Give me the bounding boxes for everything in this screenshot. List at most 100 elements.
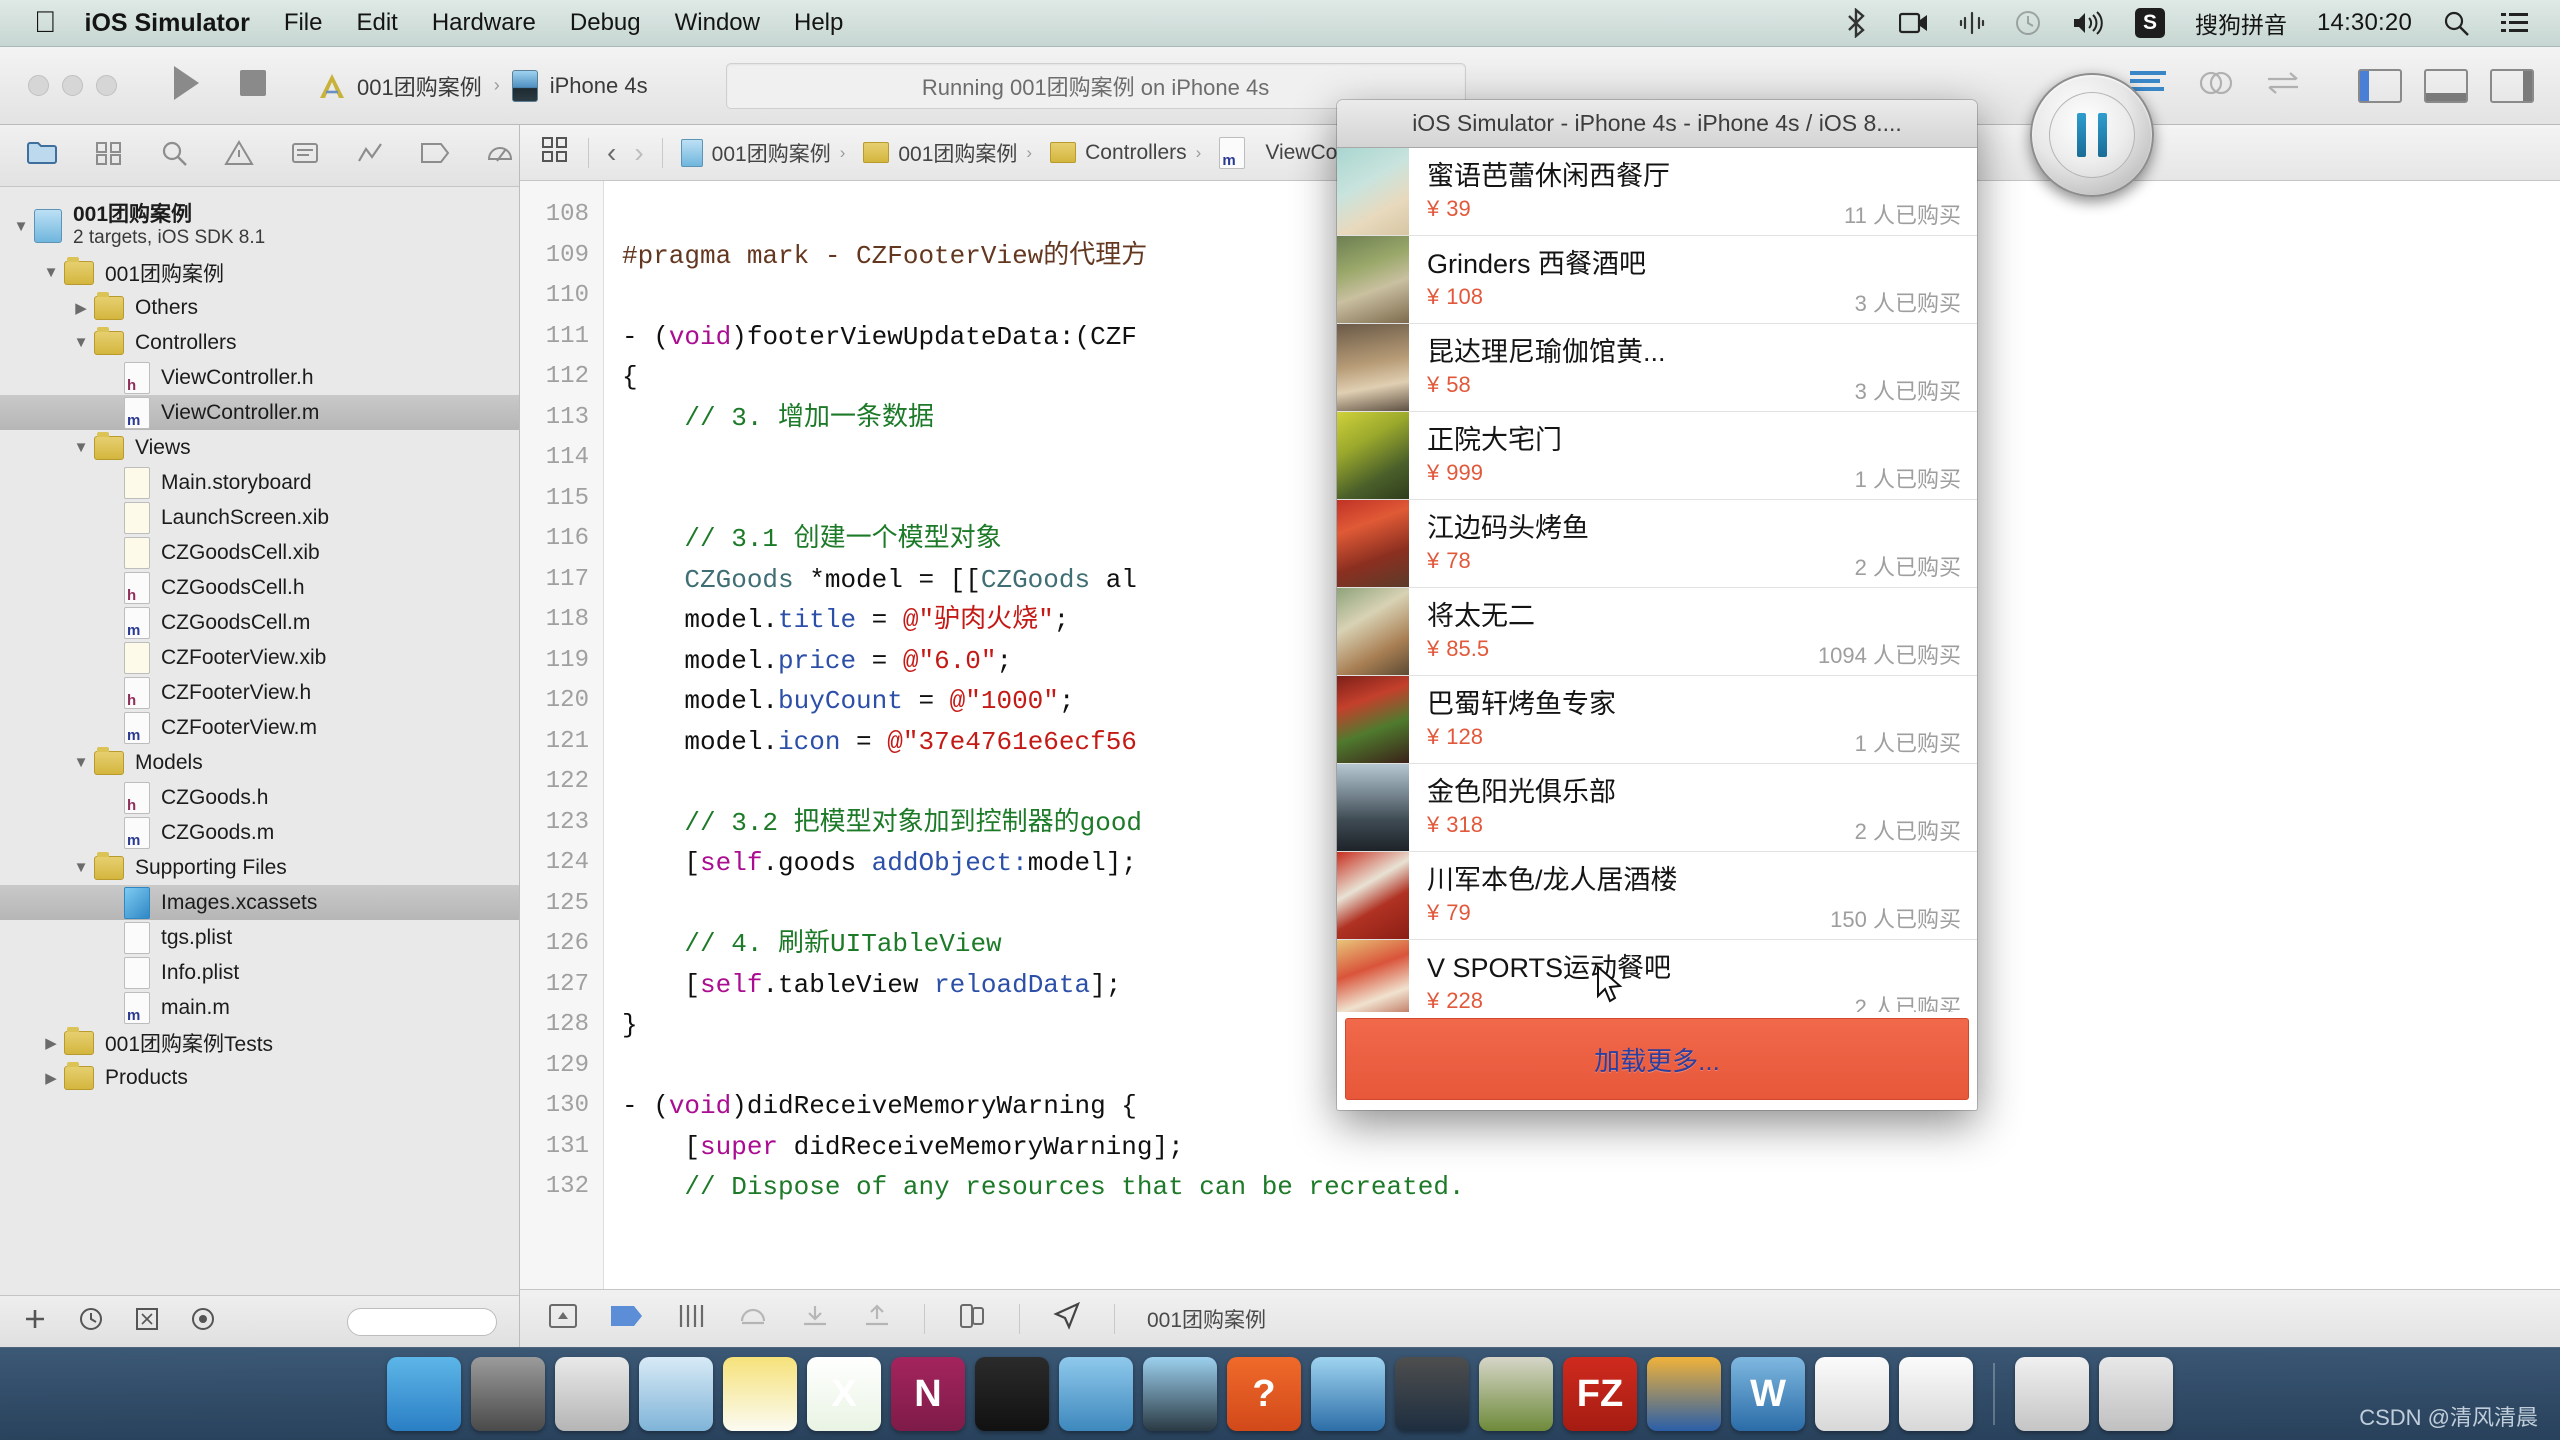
stop-button[interactable] <box>237 67 269 104</box>
tree-item-001-[interactable]: ▼ 001团购案例 2 targets, iOS SDK 8.1 <box>0 197 519 255</box>
disclosure-triangle-icon[interactable]: ▼ <box>68 859 94 876</box>
minimize-window-button[interactable] <box>62 75 83 96</box>
toggle-navigator-button[interactable] <box>2358 68 2402 103</box>
tree-item-001-[interactable]: ▼ 001团购案例 <box>0 255 519 290</box>
breadcrumb-controllers[interactable]: Controllers › <box>1050 141 1201 165</box>
goods-cell[interactable]: Grinders 西餐酒吧 ¥108 3 人已购买 <box>1337 236 1977 324</box>
xcode-icon[interactable] <box>1059 1357 1133 1431</box>
unsaved-filter-button[interactable] <box>190 1306 216 1337</box>
trash-icon[interactable] <box>2099 1357 2173 1431</box>
dropbox-icon[interactable] <box>1959 10 1985 36</box>
load-more-button[interactable]: 加载更多... <box>1345 1018 1969 1100</box>
filezilla-icon[interactable]: FZ <box>1563 1357 1637 1431</box>
tree-item-viewcontroller-m[interactable]: m ViewController.m <box>0 395 519 430</box>
toggle-utilities-button[interactable] <box>2490 68 2534 103</box>
tree-item-czfooterview-m[interactable]: m CZFooterView.m <box>0 710 519 745</box>
version-editor-button[interactable] <box>2264 68 2302 103</box>
step-out-button[interactable] <box>862 1303 892 1335</box>
tree-item-czgoods-m[interactable]: m CZGoods.m <box>0 815 519 850</box>
goods-cell[interactable]: 昆达理尼瑜伽馆黄... ¥58 3 人已购买 <box>1337 324 1977 412</box>
symbol-navigator-tab[interactable] <box>94 139 124 172</box>
disclosure-triangle-icon[interactable]: ▼ <box>8 218 34 235</box>
tree-item-launchscreen-xib[interactable]: LaunchScreen.xib <box>0 500 519 535</box>
menu-item-hardware[interactable]: Hardware <box>432 9 536 37</box>
finder-icon[interactable] <box>387 1357 461 1431</box>
bluetooth-icon[interactable] <box>1843 8 1869 38</box>
project-navigator-tree[interactable]: ▼ 001团购案例 2 targets, iOS SDK 8.1 ▼ 001团购案例 ▶ O… <box>0 187 519 1295</box>
system-preferences-icon[interactable] <box>471 1357 545 1431</box>
search-icon[interactable] <box>2442 9 2470 37</box>
tree-item-models[interactable]: ▼ Models <box>0 745 519 780</box>
menu-item-file[interactable]: File <box>284 9 323 37</box>
scheme-selector[interactable]: 001团购案例 › iPhone 4s <box>317 69 648 102</box>
tree-item-main-storyboard[interactable]: Main.storyboard <box>0 465 519 500</box>
time-machine-icon[interactable] <box>2015 9 2041 37</box>
tree-item-czfooterview-xib[interactable]: CZFooterView.xib <box>0 640 519 675</box>
code-line[interactable]: [super didReceiveMemoryWarning]; <box>622 1127 2560 1168</box>
view-hierarchy-button[interactable] <box>957 1302 987 1336</box>
word-icon[interactable]: W <box>1731 1357 1805 1431</box>
tree-item-images-xcassets[interactable]: Images.xcassets <box>0 885 519 920</box>
launchpad-icon[interactable] <box>555 1357 629 1431</box>
assistant-editor-button[interactable] <box>2198 68 2234 103</box>
photoshop-icon[interactable] <box>1647 1357 1721 1431</box>
run-button[interactable] <box>169 64 203 107</box>
breakpoint-navigator-tab[interactable] <box>420 140 450 171</box>
goods-cell[interactable]: 巴蜀轩烤鱼专家 ¥128 1 人已购买 <box>1337 676 1977 764</box>
disclosure-triangle-icon[interactable]: ▶ <box>38 1069 64 1087</box>
terminal-icon[interactable] <box>975 1357 1049 1431</box>
tree-item-czfooterview-h[interactable]: h CZFooterView.h <box>0 675 519 710</box>
goods-cell[interactable]: 蜜语芭蕾休闲西餐厅 ¥39 11 人已购买 <box>1337 148 1977 236</box>
find-navigator-tab[interactable] <box>160 139 188 172</box>
tree-item-viewcontroller-h[interactable]: h ViewController.h <box>0 360 519 395</box>
goods-cell[interactable]: 江边码头烤鱼 ¥78 2 人已购买 <box>1337 500 1977 588</box>
disclosure-triangle-icon[interactable]: ▶ <box>68 299 94 317</box>
debug-navigator-tab[interactable] <box>356 139 384 172</box>
tree-item-supporting-files[interactable]: ▼ Supporting Files <box>0 850 519 885</box>
tree-item-controllers[interactable]: ▼ Controllers <box>0 325 519 360</box>
tree-item-views[interactable]: ▼ Views <box>0 430 519 465</box>
goods-cell[interactable]: 正院大宅门 ¥999 1 人已购买 <box>1337 412 1977 500</box>
simulator-title-bar[interactable]: iOS Simulator - iPhone 4s - iPhone 4s / … <box>1337 100 1977 148</box>
downloads-stack-icon[interactable] <box>2015 1357 2089 1431</box>
menubar-clock[interactable]: 14:30:20 <box>2317 9 2412 37</box>
navigator-filter-input[interactable] <box>347 1307 497 1336</box>
simulator-icon[interactable] <box>1143 1357 1217 1431</box>
code-line[interactable]: // Dispose of any resources that can be … <box>622 1167 2560 1208</box>
breadcrumb-project[interactable]: 001团购案例 › <box>680 138 845 168</box>
tree-item-001-tests[interactable]: ▶ 001团购案例Tests <box>0 1025 519 1060</box>
goods-cell[interactable]: 将太无二 ¥85.5 1094 人已购买 <box>1337 588 1977 676</box>
window-traffic-lights[interactable] <box>28 75 117 96</box>
disclosure-triangle-icon[interactable]: ▶ <box>38 1034 64 1052</box>
goods-cell[interactable]: 川军本色/龙人居酒楼 ¥79 150 人已购买 <box>1337 852 1977 940</box>
menu-app-name[interactable]: iOS Simulator <box>85 9 250 38</box>
tree-item-products[interactable]: ▶ Products <box>0 1060 519 1095</box>
disclosure-triangle-icon[interactable]: ▼ <box>68 334 94 351</box>
recent-files-filter-button[interactable] <box>78 1306 104 1337</box>
breakpoints-toggle-button[interactable] <box>610 1304 644 1334</box>
input-method-label[interactable]: 搜狗拼音 <box>2195 6 2287 40</box>
breadcrumb-group[interactable]: 001团购案例 › <box>863 138 1032 168</box>
apple-icon[interactable]:  <box>34 8 57 38</box>
menu-item-help[interactable]: Help <box>794 9 843 37</box>
tree-item-czgoodscell-xib[interactable]: CZGoodsCell.xib <box>0 535 519 570</box>
excel-icon[interactable]: X <box>807 1357 881 1431</box>
pause-button[interactable] <box>2030 73 2154 197</box>
goods-cell[interactable]: 金色阳光俱乐部 ¥318 2 人已购买 <box>1337 764 1977 852</box>
disclosure-triangle-icon[interactable]: ▼ <box>38 264 64 281</box>
notes-icon[interactable] <box>723 1357 797 1431</box>
issue-navigator-tab[interactable] <box>224 139 254 172</box>
tree-item-info-plist[interactable]: Info.plist <box>0 955 519 990</box>
report-navigator-tab[interactable] <box>486 140 516 171</box>
source-control-filter-button[interactable] <box>134 1306 160 1337</box>
step-into-button[interactable] <box>800 1303 830 1335</box>
test-navigator-tab[interactable] <box>290 139 320 172</box>
navigate-forward-button[interactable]: › <box>634 137 643 169</box>
step-over-button[interactable] <box>738 1303 768 1335</box>
close-window-button[interactable] <box>28 75 49 96</box>
onenote-icon[interactable]: N <box>891 1357 965 1431</box>
tree-item-czgoodscell-h[interactable]: h CZGoodsCell.h <box>0 570 519 605</box>
imovie-icon[interactable] <box>1395 1357 1469 1431</box>
add-file-button[interactable] <box>22 1306 48 1337</box>
disclosure-triangle-icon[interactable]: ▼ <box>68 754 94 771</box>
